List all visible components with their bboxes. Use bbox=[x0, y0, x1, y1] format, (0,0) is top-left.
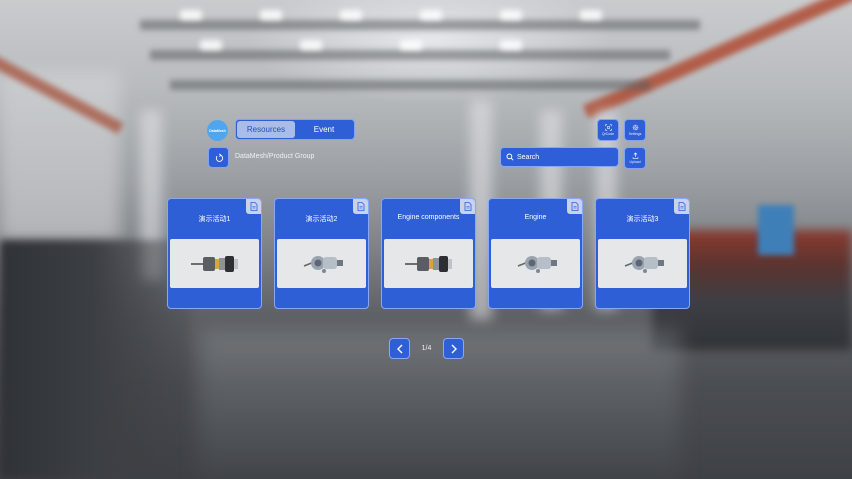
engine-icon bbox=[491, 239, 580, 288]
card-title: 演示活动1 bbox=[198, 216, 231, 223]
settings-label: Settings bbox=[628, 132, 642, 136]
tab-event[interactable]: Event bbox=[295, 121, 353, 138]
pagination: 1/4 bbox=[389, 338, 464, 359]
return-arrow-icon bbox=[215, 153, 223, 162]
chevron-left-icon bbox=[396, 344, 402, 353]
document-icon[interactable] bbox=[460, 199, 475, 214]
datamesh-logo: DataMesh bbox=[207, 120, 228, 141]
document-icon[interactable] bbox=[674, 199, 689, 214]
logo-text: DataMesh bbox=[209, 128, 226, 133]
document-icon[interactable] bbox=[353, 199, 368, 214]
engine-component-icon bbox=[384, 239, 473, 288]
qrcode-button[interactable]: QrCode bbox=[597, 119, 619, 141]
gear-icon bbox=[632, 124, 638, 131]
search-icon bbox=[506, 153, 514, 161]
card-title: 演示活动3 bbox=[626, 216, 659, 223]
upload-button[interactable]: Upload bbox=[624, 147, 646, 169]
search-placeholder: Search bbox=[517, 153, 540, 161]
engine-component-icon bbox=[170, 239, 259, 288]
resource-card[interactable]: 演示活动1 bbox=[167, 198, 262, 309]
resource-card[interactable]: 演示活动3 bbox=[595, 198, 690, 309]
document-icon[interactable] bbox=[567, 199, 582, 214]
upload-icon bbox=[632, 152, 638, 159]
qrcode-label: QrCode bbox=[601, 132, 615, 136]
back-button[interactable] bbox=[208, 147, 229, 168]
card-title: Engine components bbox=[397, 214, 460, 221]
card-title: Engine bbox=[524, 214, 547, 221]
chevron-right-icon bbox=[451, 344, 457, 353]
page-indicator: 1/4 bbox=[421, 345, 432, 352]
settings-button[interactable]: Settings bbox=[624, 119, 646, 141]
upload-label: Upload bbox=[629, 160, 641, 164]
next-page-button[interactable] bbox=[443, 338, 464, 359]
search-input[interactable]: Search bbox=[500, 147, 619, 167]
resource-card[interactable]: Engine components bbox=[381, 198, 476, 309]
engine-icon bbox=[277, 239, 366, 288]
document-icon[interactable] bbox=[246, 199, 261, 214]
engine-icon bbox=[598, 239, 687, 288]
resource-card[interactable]: 演示活动2 bbox=[274, 198, 369, 309]
tab-bar: Resources Event bbox=[235, 119, 355, 140]
prev-page-button[interactable] bbox=[389, 338, 410, 359]
resource-cards: 演示活动1 演示活动2 Engine components Engine 演示活… bbox=[167, 198, 690, 309]
card-title: 演示活动2 bbox=[305, 216, 338, 223]
tab-resources[interactable]: Resources bbox=[237, 121, 295, 138]
breadcrumb: DataMesh/Product Group bbox=[235, 153, 315, 160]
qrcode-icon bbox=[604, 124, 612, 131]
resource-card[interactable]: Engine bbox=[488, 198, 583, 309]
